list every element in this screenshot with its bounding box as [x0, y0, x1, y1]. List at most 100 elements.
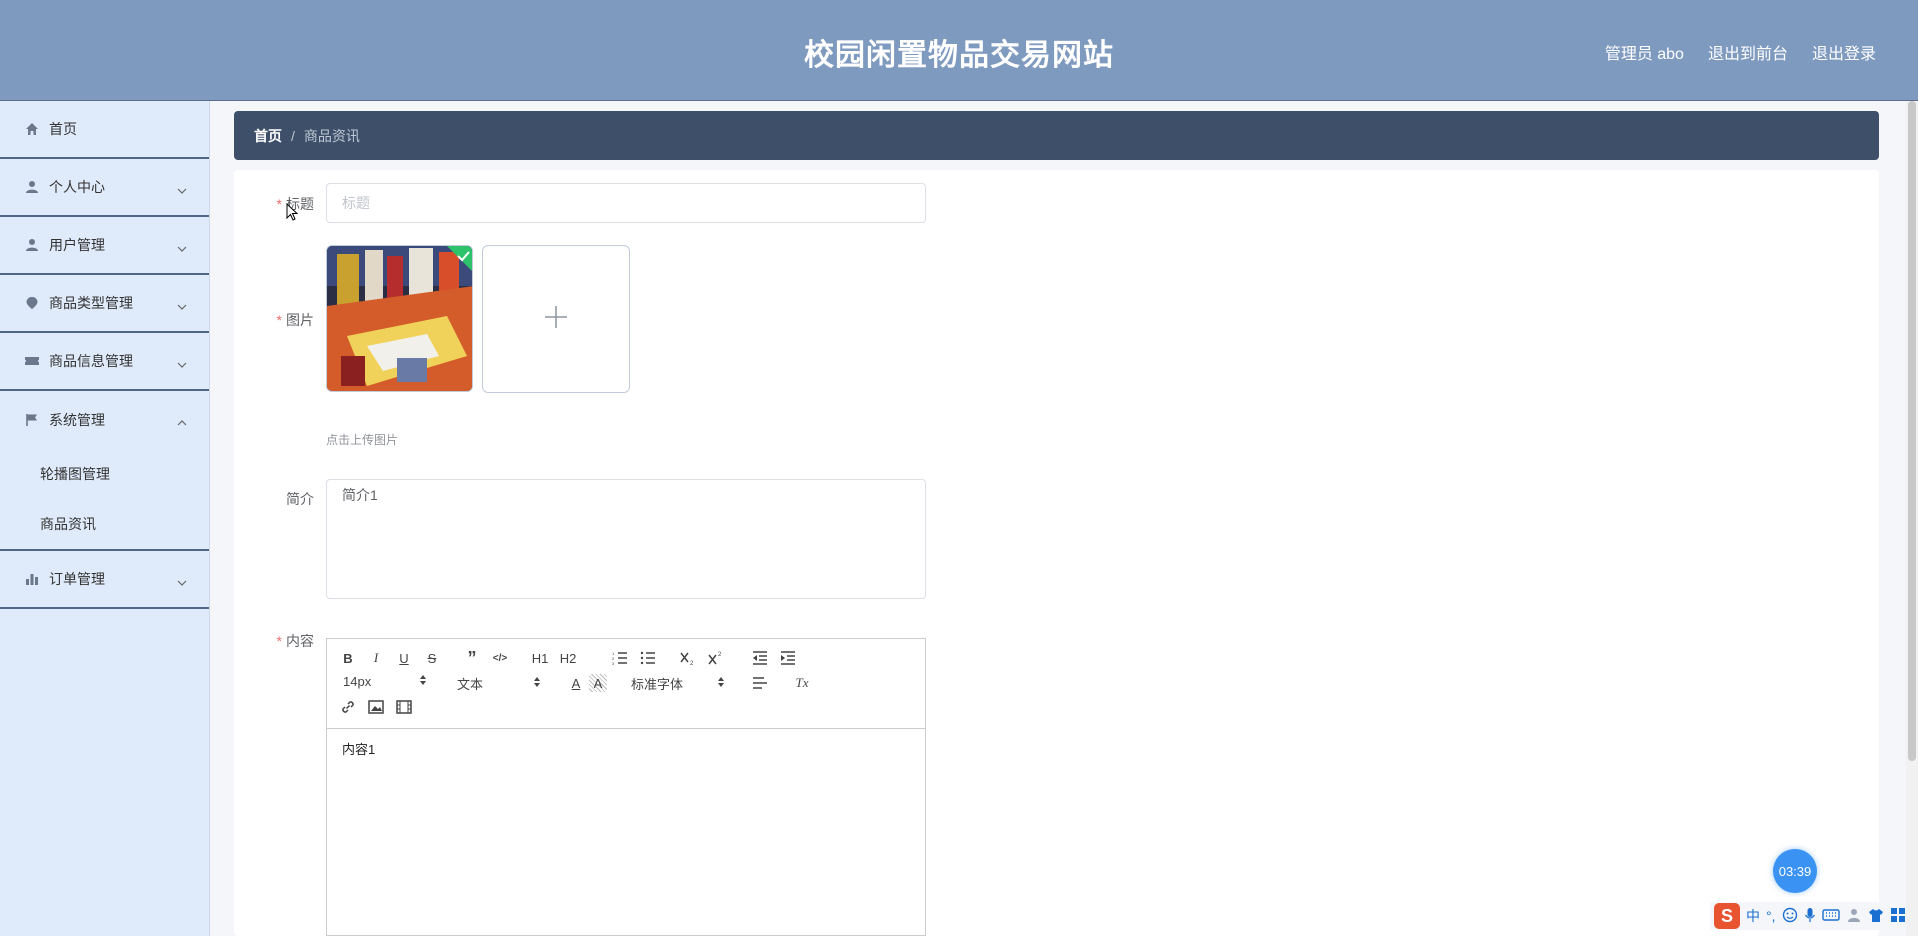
subscript-icon: 2 [680, 652, 694, 666]
insert-image-button[interactable] [367, 698, 385, 716]
align-left-icon [753, 677, 767, 689]
scrollbar-thumb[interactable] [1908, 101, 1916, 761]
font-family-select[interactable]: 标准字体 [631, 674, 725, 693]
underline-button[interactable]: U [395, 649, 413, 667]
breadcrumb-home[interactable]: 首页 [254, 126, 282, 146]
outdent-icon [753, 651, 767, 665]
sidebar-item-label: 订单管理 [49, 571, 105, 587]
user-avatar-icon[interactable] [1846, 907, 1862, 926]
font-size-select[interactable]: 14px [343, 674, 427, 689]
image-upload-button[interactable] [482, 245, 630, 393]
emoji-icon[interactable] [1782, 907, 1798, 926]
clear-format-button[interactable]: Tx [793, 674, 811, 692]
sidebar-subitem-carousel[interactable]: 轮播图管理 [0, 449, 209, 499]
rich-text-editor: B I U S ” </> H1 H2 123 2 2 14px 文本 A A … [326, 638, 926, 936]
flag-icon [24, 412, 40, 428]
content-label: * 内容 [234, 631, 314, 651]
sidebar-item-label: 商品类型管理 [49, 295, 133, 311]
header2-button[interactable]: H2 [557, 649, 579, 667]
indent-icon [781, 651, 795, 665]
upload-tip: 点击上传图片 [326, 433, 399, 447]
sidebar-item-category-management[interactable]: 商品类型管理 [0, 275, 209, 333]
sidebar-item-label: 个人中心 [49, 179, 105, 195]
font-family-value: 标准字体 [631, 677, 684, 692]
ime-punctuation[interactable]: °, [1766, 908, 1776, 924]
blockquote-button[interactable]: ” [463, 648, 481, 668]
superscript-icon: 2 [708, 652, 722, 665]
chevron-up-icon [177, 413, 187, 429]
admin-label: 管理员 abo [1604, 46, 1684, 63]
bar-chart-icon [24, 571, 40, 587]
code-block-button[interactable]: </> [491, 649, 509, 667]
user-icon [24, 237, 40, 253]
italic-button[interactable]: I [367, 649, 385, 667]
skin-icon[interactable] [1868, 907, 1884, 926]
image-label: * 图片 [234, 310, 314, 330]
uploaded-image [327, 246, 472, 391]
page-scrollbar[interactable] [1906, 101, 1918, 936]
sidebar-subitem-goods-news[interactable]: 商品资讯 [0, 499, 209, 549]
editor-toolbar: B I U S ” </> H1 H2 123 2 2 14px 文本 A A … [327, 639, 925, 729]
select-arrows-icon [717, 676, 725, 691]
bold-button[interactable]: B [339, 649, 357, 667]
location-icon [24, 295, 40, 311]
image-icon [368, 700, 384, 714]
sidebar-item-goods-info-management[interactable]: 商品信息管理 [0, 333, 209, 391]
bullet-list-button[interactable] [639, 649, 657, 667]
bullet-list-icon [640, 651, 655, 665]
ordered-list-button[interactable]: 123 [611, 649, 629, 667]
svg-text:3: 3 [612, 661, 615, 665]
desc-label: 简介 [234, 489, 314, 509]
font-color-button[interactable]: A [567, 674, 585, 692]
strike-button[interactable]: S [423, 649, 441, 667]
chevron-down-icon [177, 297, 187, 313]
select-arrows-icon [533, 676, 541, 691]
sidebar-item-user-management[interactable]: 用户管理 [0, 217, 209, 275]
header-type-select[interactable]: 文本 [457, 674, 541, 693]
sidebar-item-system-management[interactable]: 系统管理 [0, 391, 209, 449]
superscript-button[interactable]: 2 [707, 649, 725, 667]
header1-button[interactable]: H1 [529, 649, 551, 667]
background-color-button[interactable]: A [589, 674, 607, 692]
timer-badge[interactable]: 03:39 [1773, 849, 1817, 893]
align-button[interactable] [751, 674, 769, 692]
user-icon [24, 179, 40, 195]
svg-text:2: 2 [690, 661, 694, 666]
required-mark: * [276, 196, 282, 212]
editor-content[interactable]: 内容1 [327, 729, 925, 768]
exit-to-front-link[interactable]: 退出到前台 [1708, 40, 1788, 64]
sidebar-item-home[interactable]: 首页 [0, 101, 209, 159]
breadcrumb-separator: / [291, 127, 295, 144]
uploaded-image-thumbnail[interactable] [326, 245, 473, 392]
keyboard-icon[interactable] [1821, 908, 1840, 925]
sidebar-item-label: 商品信息管理 [49, 353, 133, 369]
mouse-cursor-icon [286, 202, 299, 226]
video-icon [396, 700, 412, 714]
logout-link[interactable]: 退出登录 [1812, 40, 1876, 64]
sidebar-item-order-management[interactable]: 订单管理 [0, 551, 209, 609]
breadcrumb-current: 商品资讯 [303, 127, 360, 144]
sogou-logo-icon[interactable]: S [1714, 903, 1740, 929]
chevron-down-icon [177, 355, 187, 371]
sidebar-item-personal-center[interactable]: 个人中心 [0, 159, 209, 217]
ordered-list-icon: 123 [612, 651, 627, 665]
toolbox-icon[interactable] [1890, 907, 1906, 926]
title-input[interactable] [326, 183, 926, 223]
site-title-text: 校园闲置物品交易网站 [804, 39, 1114, 72]
system-management-submenu: 轮播图管理 商品资讯 [0, 449, 209, 551]
select-arrows-icon [419, 674, 427, 689]
link-button[interactable] [339, 698, 357, 716]
subscript-button[interactable]: 2 [679, 649, 697, 667]
ime-toolbar: S 中 °, [1710, 902, 1918, 930]
insert-video-button[interactable] [395, 698, 413, 716]
sidebar-menu: 首页 个人中心 用户管理 商品类型管理 商品信息管理 系统管理 轮播图管理 商品… [0, 101, 210, 936]
chevron-down-icon [177, 573, 187, 589]
desc-textarea[interactable]: 简介1 [326, 479, 926, 599]
indent-button[interactable] [779, 649, 797, 667]
microphone-icon[interactable] [1804, 907, 1816, 926]
outdent-button[interactable] [751, 649, 769, 667]
ime-language[interactable]: 中 [1746, 906, 1760, 926]
link-icon [342, 701, 354, 713]
image-label-text: 图片 [286, 312, 314, 328]
header-type-value: 文本 [457, 677, 484, 692]
